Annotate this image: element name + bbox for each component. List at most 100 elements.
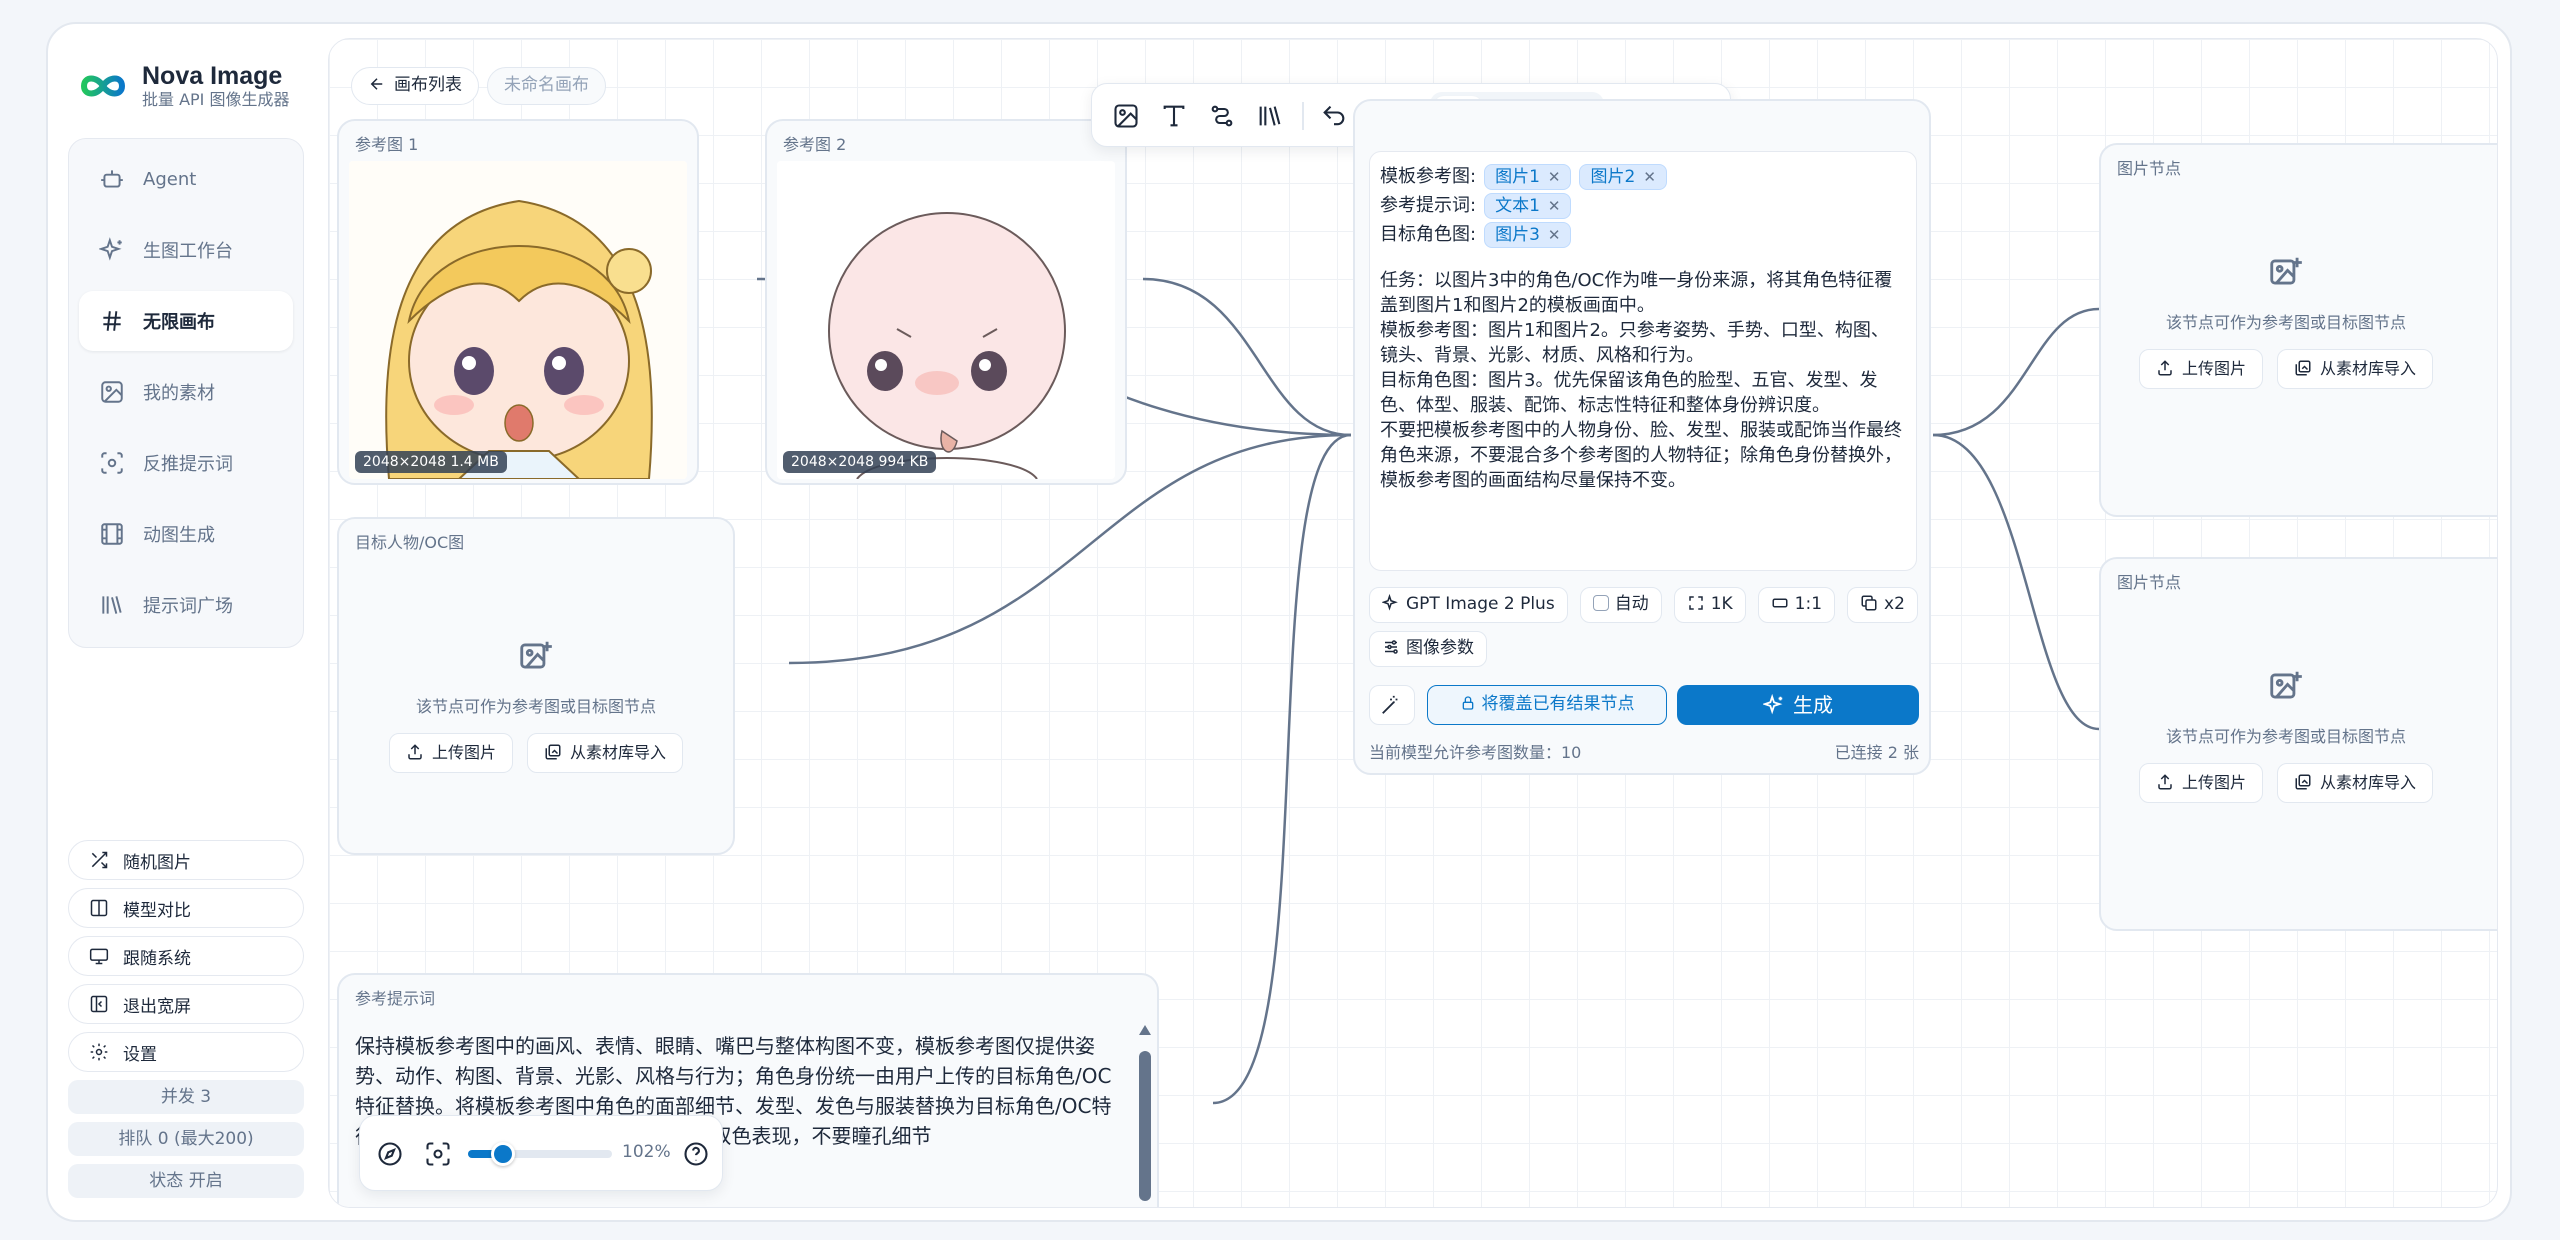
upload-image-button[interactable]: 上传图片 (2138, 763, 2263, 803)
ref-chip[interactable]: 图片2 ✕ (1579, 163, 1667, 190)
help-button[interactable] (682, 1140, 710, 1168)
sidebar-item-agent[interactable]: Agent (79, 149, 293, 209)
sidebar-item-label: 生图工作台 (143, 241, 233, 262)
prompt-scrollbar[interactable] (1139, 1025, 1151, 1205)
sidebar-item-label: 无限画布 (143, 312, 215, 333)
remove-chip-icon[interactable]: ✕ (1548, 226, 1561, 244)
copy-icon (1861, 595, 1877, 611)
add-text-node-button[interactable] (1160, 102, 1188, 130)
queue-status: 排队 0 (最大200) (68, 1122, 304, 1156)
chip-label: 文本1 (1495, 195, 1540, 216)
undo-button[interactable] (1320, 102, 1348, 130)
sidebar-bottom: 随机图片 模型对比 跟随系统 退出宽屏 设置 并发 3 排队 0 (最大200)… (68, 840, 304, 1206)
model-select[interactable]: GPT Image 2 Plus (1369, 587, 1568, 623)
scrollbar-thumb[interactable] (1139, 1051, 1151, 1201)
ratio-select[interactable]: 1:1 (1757, 587, 1836, 623)
image-upload-icon (520, 641, 552, 669)
ref-chip[interactable]: 图片3 ✕ (1484, 221, 1572, 248)
model-label: GPT Image 2 Plus (1406, 594, 1555, 614)
fit-view-button[interactable] (424, 1140, 452, 1168)
image-icon (1114, 104, 1138, 128)
sidebar-item-label: 反推提示词 (143, 454, 233, 475)
zoom-slider[interactable] (468, 1142, 612, 1166)
auto-checkbox[interactable]: 自动 (1579, 587, 1662, 623)
image-output-node-1[interactable]: 图片节点 该节点可作为参考图或目标图节点 上传图片 从素材库导入 (2099, 143, 2497, 517)
import-from-library-button[interactable]: 从素材库导入 (527, 733, 684, 773)
template-ref-label: 模板参考图: (1380, 166, 1477, 187)
model-compare-button[interactable]: 模型对比 (68, 888, 304, 928)
task-text: 任务：以图片3中的角色/OC作为唯一身份来源，将其角色特征覆盖到图片1和图片2的… (1380, 270, 1902, 491)
image-output-node-2[interactable]: 图片节点 该节点可作为参考图或目标图节点 上传图片 从素材库导入 (2099, 557, 2497, 931)
sidebar-item-animation[interactable]: 动图生成 (79, 504, 293, 564)
back-to-canvas-list-button[interactable]: 画布列表 (351, 67, 479, 105)
params-label: 图像参数 (1406, 638, 1474, 658)
film-icon (101, 523, 123, 545)
node-title: 图片节点 (2117, 573, 2182, 592)
count-select[interactable]: x2 (1847, 587, 1918, 623)
empty-hint: 该节点可作为参考图或目标图节点 (2165, 727, 2406, 746)
scroll-up-arrow-icon[interactable] (1139, 1025, 1151, 1035)
settings-label: 设置 (123, 1044, 157, 1065)
sidebar-item-infinite-canvas[interactable]: 无限画布 (79, 291, 293, 351)
reference-image-node-1[interactable]: 参考图 1 2048×2048 1.4 MB (337, 119, 699, 485)
add-connector-button[interactable] (1208, 102, 1236, 130)
sidebar-item-workbench[interactable]: 生图工作台 (79, 220, 293, 280)
prompt-library-button[interactable] (1256, 102, 1284, 130)
ref-chip[interactable]: 文本1 ✕ (1484, 192, 1572, 219)
image-params-button[interactable]: 图像参数 (1369, 631, 1487, 667)
app-window: Nova Image 批量 API 图像生成器 Agent 生图工作台 无限画布… (46, 22, 2512, 1222)
node-title: 目标人物/OC图 (355, 533, 465, 552)
compass-button[interactable] (376, 1140, 404, 1168)
add-image-node-button[interactable] (1112, 102, 1140, 130)
sidebar-item-prompt-plaza[interactable]: 提示词广场 (79, 575, 293, 635)
generator-prompt-editor[interactable]: 模板参考图: 图片1 ✕ 图片2 ✕ 参考提示词: 文本1 ✕ 目标角色图: 图片3 ✕… (1369, 151, 1917, 571)
reference-image-node-2[interactable]: 参考图 2 2048×2048 994 KB (765, 119, 1127, 485)
sidebar-item-label: 动图生成 (143, 525, 215, 546)
remove-chip-icon[interactable]: ✕ (1548, 168, 1561, 186)
node-title: 参考提示词 (355, 989, 436, 1008)
library-icon (1259, 106, 1281, 126)
image-upload-icon (2270, 671, 2302, 699)
zoom-slider-knob[interactable] (490, 1142, 515, 1166)
sidebar-item-my-assets[interactable]: 我的素材 (79, 362, 293, 422)
count-label: x2 (1884, 594, 1905, 614)
random-image-button[interactable]: 随机图片 (68, 840, 304, 880)
generator-node[interactable]: 模板参考图: 图片1 ✕ 图片2 ✕ 参考提示词: 文本1 ✕ 目标角色图: 图片3 ✕… (1353, 99, 1931, 775)
upload-icon (2158, 774, 2172, 790)
hash-icon (103, 311, 121, 331)
remove-chip-icon[interactable]: ✕ (1548, 197, 1561, 215)
sparkle-icon (99, 237, 122, 261)
upload-image-button[interactable]: 上传图片 (388, 733, 513, 773)
settings-button[interactable]: 设置 (68, 1032, 304, 1072)
overwrite-results-button[interactable]: 将覆盖已有结果节点 (1427, 685, 1667, 725)
resolution-select[interactable]: 1K (1673, 587, 1746, 623)
images-icon (2295, 360, 2311, 376)
sparkle-icon (1381, 593, 1398, 611)
image-meta: 2048×2048 1.4 MB (355, 451, 507, 473)
import-from-library-button[interactable]: 从素材库导入 (2277, 349, 2434, 389)
overwrite-label: 将覆盖已有结果节点 (1481, 694, 1635, 714)
upload-icon (408, 744, 422, 760)
remove-chip-icon[interactable]: ✕ (1643, 168, 1656, 186)
upload-label: 上传图片 (431, 743, 496, 762)
node-title: 参考图 2 (783, 135, 847, 154)
library-icon (102, 596, 122, 614)
node-title: 参考图 1 (355, 135, 419, 154)
upload-image-button[interactable]: 上传图片 (2138, 349, 2263, 389)
infinite-canvas[interactable]: 画布列表 未命名画布 参考图 1 2048×2048 1.4 MB 参考图 2 … (328, 38, 2498, 1208)
import-label: 从素材库导入 (2320, 359, 2417, 378)
generate-button[interactable]: 生成 (1677, 685, 1919, 725)
exit-widescreen-button[interactable]: 退出宽屏 (68, 984, 304, 1024)
chibi-blonde-girl-image (349, 161, 687, 479)
canvas-name-field[interactable]: 未命名画布 (487, 67, 606, 105)
magic-wand-button[interactable] (1369, 685, 1415, 725)
target-character-node[interactable]: 目标人物/OC图 该节点可作为参考图或目标图节点 上传图片 从素材库导入 (337, 517, 735, 855)
import-from-library-button[interactable]: 从素材库导入 (2277, 763, 2434, 803)
theme-follow-system-button[interactable]: 跟随系统 (68, 936, 304, 976)
reference-image-2: 2048×2048 994 KB (777, 161, 1115, 479)
infinity-logo-icon (80, 75, 126, 97)
help-icon (684, 1142, 708, 1166)
sidebar-item-reverse-prompt[interactable]: 反推提示词 (79, 433, 293, 493)
ref-chip[interactable]: 图片1 ✕ (1484, 163, 1572, 190)
expand-icon (1688, 596, 1703, 610)
